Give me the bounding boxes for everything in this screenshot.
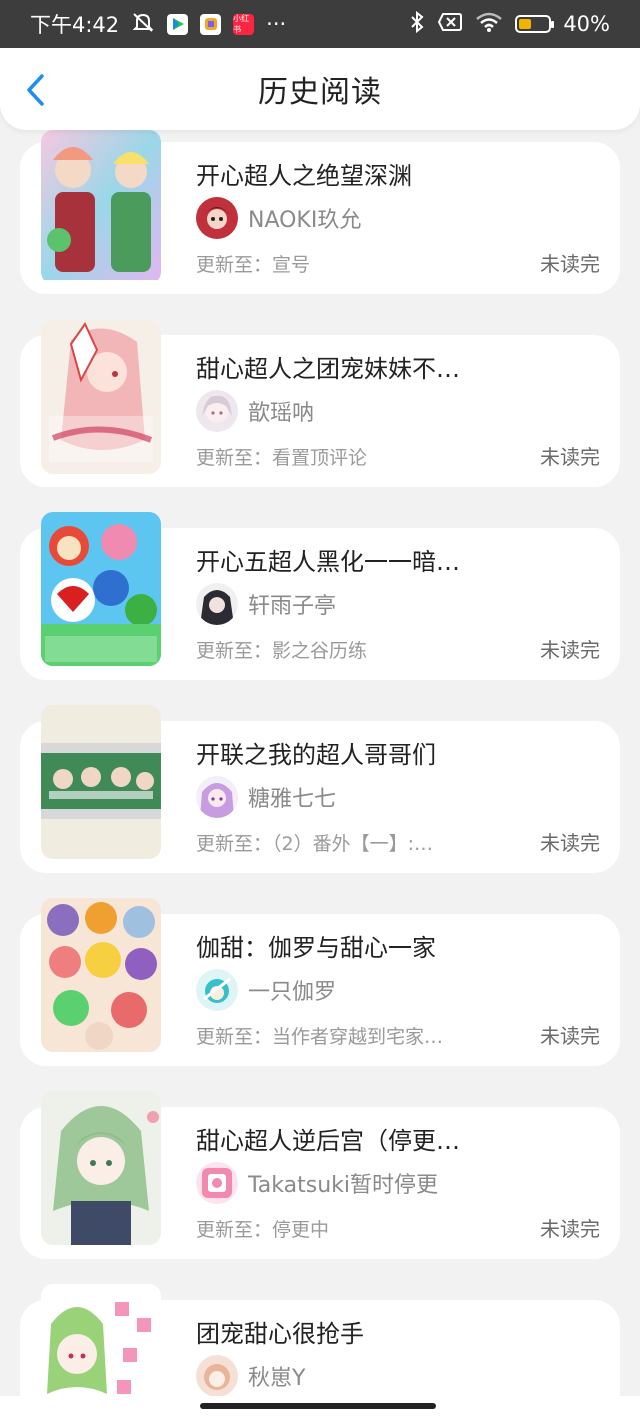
bottom-bar <box>0 1396 640 1422</box>
avatar <box>196 390 238 432</box>
read-status: 未读完 <box>540 445 600 469</box>
book-cover[interactable] <box>41 898 161 1052</box>
avatar <box>196 197 238 239</box>
bluetooth-icon <box>409 10 425 39</box>
app-header: 历史阅读 <box>0 48 640 130</box>
book-title: 甜心超人逆后宫（停更… <box>196 1127 460 1155</box>
avatar <box>196 969 238 1011</box>
avatar <box>196 1162 238 1204</box>
update-chapter: 停更中 <box>272 1219 330 1241</box>
author-row: 轩雨子亭 <box>196 582 336 626</box>
battery-icon <box>515 15 555 33</box>
author-row: Takatsuki暂时停更 <box>196 1161 438 1205</box>
battery-level <box>519 19 531 29</box>
status-bar-right: 40% <box>409 10 610 39</box>
chevron-left-icon <box>27 74 44 106</box>
update-chapter: 当作者穿越到宅家… <box>272 1026 444 1048</box>
home-indicator[interactable] <box>200 1403 436 1409</box>
book-cover[interactable] <box>41 1091 161 1245</box>
author-row: 糖雅七七 <box>196 775 336 819</box>
update-chapter: 看置顶评论 <box>272 447 368 469</box>
book-cover[interactable] <box>41 705 161 859</box>
update-text: 更新至：看置顶评论 <box>196 443 476 470</box>
author-row: NAOKI玖允 <box>196 196 361 240</box>
book-cover[interactable] <box>41 512 161 666</box>
read-status: 未读完 <box>540 831 600 855</box>
update-text: 更新至：（2）番外【一】:… <box>196 829 476 856</box>
book-cover[interactable] <box>41 1284 161 1400</box>
author-name: 歆瑶呐 <box>248 401 315 426</box>
back-button[interactable] <box>18 72 54 108</box>
book-title: 团宠甜心很抢手 <box>196 1320 364 1348</box>
book-title: 开心五超人黑化一一暗… <box>196 548 460 576</box>
history-list: 开心超人之绝望深渊 NAOKI玖允 更新至：宣号 未读完 甜心超人之团宠妹妹不…… <box>0 130 640 1400</box>
author-name: 糖雅七七 <box>248 787 337 812</box>
update-text: 更新至：影之谷历练 <box>196 636 476 663</box>
book-cover[interactable] <box>41 320 161 474</box>
author-name: 轩雨子亭 <box>248 594 337 619</box>
author-name: Takatsuki暂时停更 <box>248 1173 438 1198</box>
status-dots: ··· <box>266 12 287 36</box>
avatar <box>196 583 238 625</box>
update-chapter: 宣号 <box>272 254 311 276</box>
wifi-icon <box>475 11 503 38</box>
update-label: 更新至： <box>196 833 273 855</box>
author-name: 一只伽罗 <box>248 980 337 1005</box>
status-time: 下午4:42 <box>30 13 120 37</box>
update-label: 更新至： <box>196 254 273 276</box>
xiaohongshu-icon: 小红书 <box>233 13 255 35</box>
avatar <box>196 776 238 818</box>
app-icon <box>200 13 222 35</box>
play-store-icon <box>167 13 189 35</box>
update-label: 更新至： <box>196 1219 273 1241</box>
author-name: NAOKI玖允 <box>248 208 362 233</box>
read-status: 未读完 <box>540 252 600 276</box>
page-title: 历史阅读 <box>258 75 382 110</box>
book-title: 开联之我的超人哥哥们 <box>196 741 436 769</box>
mute-icon <box>131 11 155 38</box>
author-row: 歆瑶呐 <box>196 389 314 433</box>
update-label: 更新至： <box>196 1026 273 1048</box>
status-bar: 下午4:42 小红书 ··· 40% <box>0 0 640 48</box>
author-name: 秋崽Y <box>248 1366 306 1391</box>
update-label: 更新至： <box>196 640 273 662</box>
author-row: 一只伽罗 <box>196 968 336 1012</box>
update-label: 更新至： <box>196 447 273 469</box>
sim-icon <box>437 12 463 37</box>
update-text: 更新至：宣号 <box>196 250 476 277</box>
read-status: 未读完 <box>540 1024 600 1048</box>
battery-percent: 40% <box>563 12 610 36</box>
update-chapter: （2）番外【一】:… <box>272 833 434 855</box>
author-row: 秋崽Y <box>196 1354 305 1398</box>
book-title: 伽甜：伽罗与甜心一家 <box>196 934 436 962</box>
status-bar-left: 下午4:42 小红书 ··· <box>30 9 286 39</box>
avatar <box>196 1355 238 1397</box>
update-text: 更新至：停更中 <box>196 1215 476 1242</box>
read-status: 未读完 <box>540 1217 600 1241</box>
book-cover[interactable] <box>41 130 161 284</box>
book-title: 甜心超人之团宠妹妹不… <box>196 355 460 383</box>
book-title: 开心超人之绝望深渊 <box>196 162 412 190</box>
update-text: 更新至：当作者穿越到宅家… <box>196 1022 476 1049</box>
update-chapter: 影之谷历练 <box>272 640 368 662</box>
read-status: 未读完 <box>540 638 600 662</box>
